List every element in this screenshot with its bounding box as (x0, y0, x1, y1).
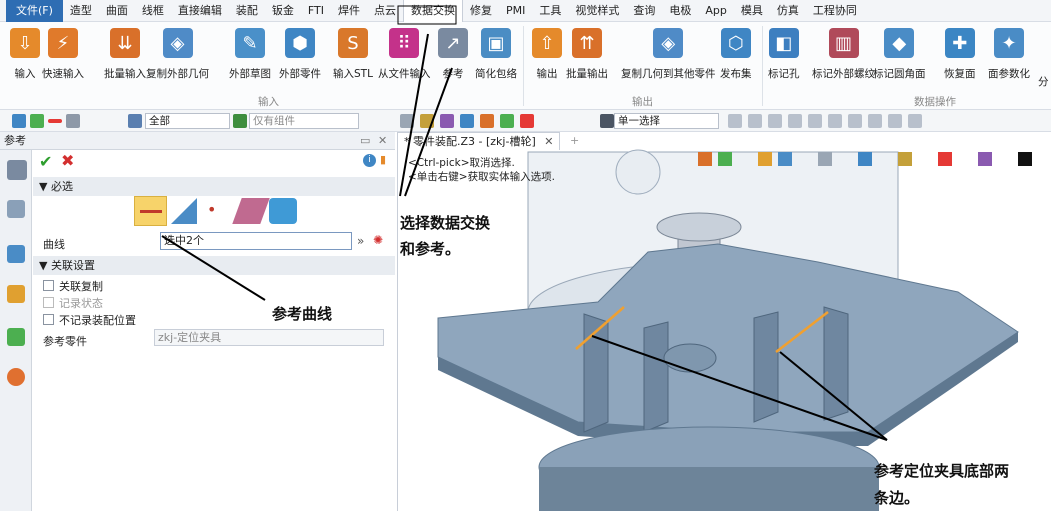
callout-bottom-edges-1: 参考定位夹具底部两 (874, 462, 1010, 480)
annotation-line (591, 335, 888, 441)
callout-data-exchange-2: 和参考。 (400, 240, 461, 258)
callout-bottom-edges-2: 条边。 (874, 489, 920, 507)
annotation-overlay (161, 5, 888, 441)
annotation-line (161, 235, 266, 301)
callout-data-exchange-1: 选择数据交换 (400, 214, 491, 232)
annotation-line (779, 351, 888, 441)
data-exchange-highlight-box (397, 5, 457, 25)
callout-reference-curve: 参考曲线 (272, 305, 333, 323)
